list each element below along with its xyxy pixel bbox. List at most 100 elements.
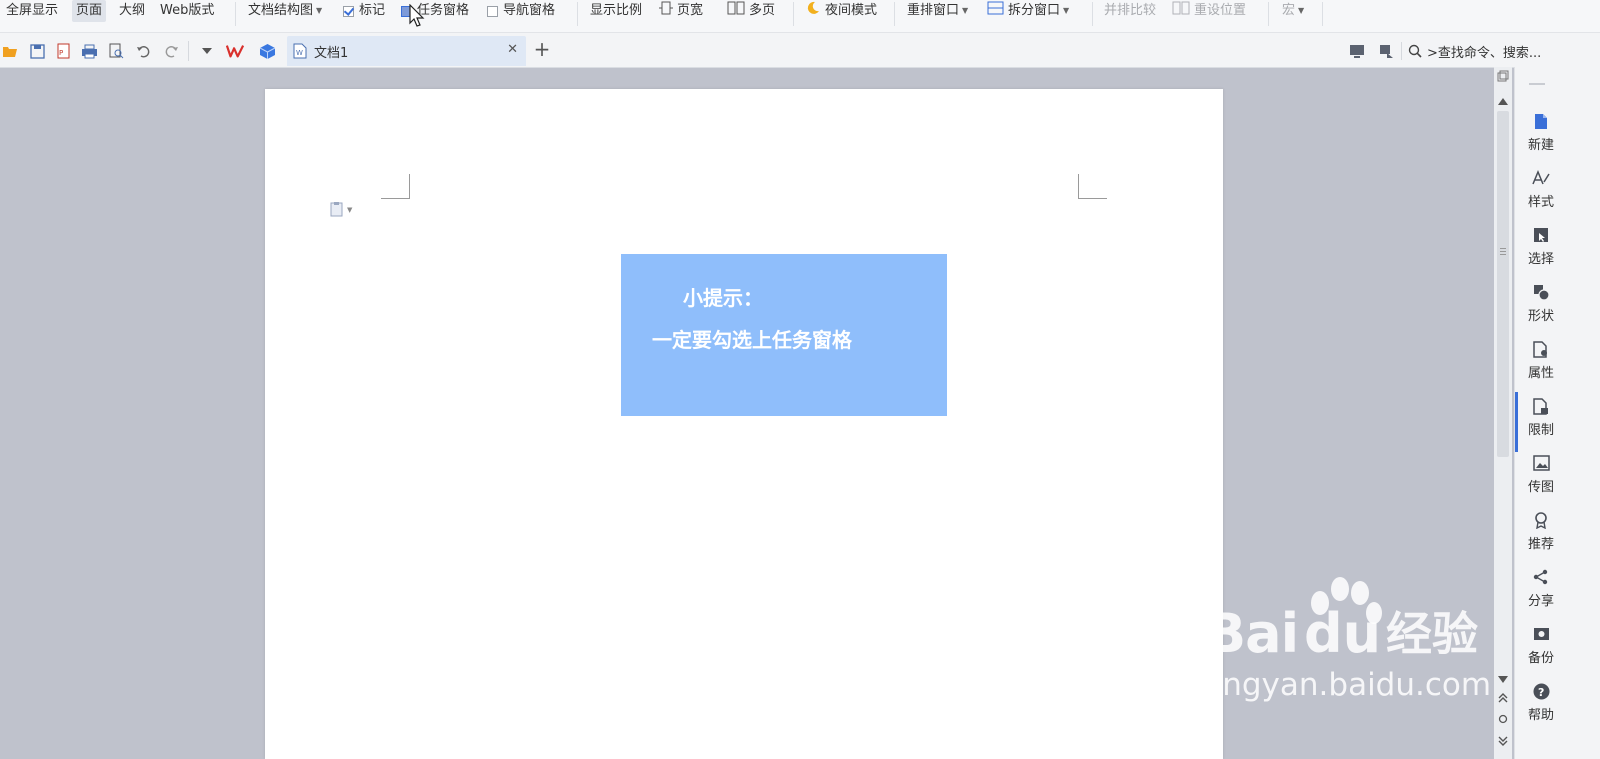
backup-icon [1531, 624, 1551, 644]
close-tab-icon[interactable]: ✕ [507, 42, 518, 57]
macro-dropdown[interactable]: 宏 ▼ [1282, 0, 1304, 22]
sidebar-item-shape[interactable]: 形状 [1523, 282, 1559, 328]
document-tab[interactable]: W 文档1 ✕ [287, 36, 526, 66]
tip-title: 小提示： [683, 286, 763, 310]
page-view-button[interactable]: 页面 [72, 0, 107, 22]
feedback-flag-icon[interactable] [1377, 42, 1395, 60]
svg-text:?: ? [1538, 686, 1544, 699]
sidebar-item-style[interactable]: 样式 [1523, 168, 1559, 214]
export-pdf-icon[interactable]: P [54, 42, 72, 60]
reset-position-button[interactable]: 重设位置 [1172, 0, 1246, 22]
sidebar-item-recommend[interactable]: 推荐 [1523, 510, 1559, 556]
new-tab-plus-icon[interactable]: + [533, 37, 551, 61]
open-folder-icon[interactable] [1, 42, 19, 60]
sidebar-item-restrict[interactable]: 限制 [1523, 396, 1559, 442]
save-icon[interactable] [28, 42, 46, 60]
document-icon: W [293, 43, 307, 59]
share-icon [1531, 567, 1551, 587]
style-icon [1531, 168, 1551, 188]
command-search-box[interactable]: >查找命令、搜索... [1408, 41, 1568, 61]
caret-down-icon: ▼ [962, 6, 969, 15]
svg-text:W: W [296, 49, 303, 57]
task-pane-sidebar: 新建 样式 选择 形状 属性 限制 传图 推荐 分享 备份 ? 帮助 [1514, 67, 1600, 759]
split-window-icon [987, 1, 1004, 22]
document-page[interactable]: ▼ 小提示： 一定要勾选上任务窗格 [265, 89, 1223, 759]
print-icon[interactable] [80, 42, 98, 60]
property-icon [1531, 339, 1551, 359]
upload-image-icon [1531, 453, 1551, 473]
shape-icon [1531, 282, 1551, 302]
paste-options-icon[interactable]: ▼ [329, 201, 352, 218]
sidebar-item-backup[interactable]: 备份 [1523, 624, 1559, 670]
nav-pane-checkbox[interactable]: 导航窗格 [487, 0, 555, 22]
customize-dropdown-icon[interactable] [198, 42, 216, 60]
caret-down-icon: ▼ [316, 6, 323, 15]
toolbar-divider [188, 41, 189, 61]
help-icon: ? [1531, 681, 1551, 701]
sidebar-item-select[interactable]: 选择 [1523, 225, 1559, 271]
outline-view-button[interactable]: 大纲 [119, 0, 145, 22]
tip-body: 一定要勾选上任务窗格 [652, 328, 852, 352]
sidebar-item-upload-image[interactable]: 传图 [1523, 453, 1559, 499]
side-by-side-button[interactable]: 并排比较 [1104, 0, 1156, 22]
sidebar-item-share[interactable]: 分享 [1523, 567, 1559, 613]
select-icon [1531, 225, 1551, 245]
wps-logo-icon[interactable] [226, 42, 244, 60]
cloud-doc-cube-icon[interactable] [258, 42, 276, 60]
panel-active-indicator [1515, 392, 1518, 452]
scroll-up-arrow-icon[interactable] [1498, 94, 1508, 109]
toolbar-divider [1401, 42, 1402, 60]
zoom-button[interactable]: 显示比例 [590, 0, 642, 22]
ribbon-divider [577, 2, 578, 26]
watermark-brand: Bai [1205, 602, 1299, 665]
ribbon-divider [235, 2, 236, 26]
sidebar-item-new[interactable]: 新建 [1523, 111, 1559, 157]
multi-page-icon [727, 1, 745, 22]
print-preview-icon[interactable] [107, 42, 125, 60]
caret-down-icon: ▼ [1063, 6, 1070, 15]
baidu-jingyan-watermark: Bai du 经验 jingyan.baidu.com [1200, 575, 1500, 715]
night-mode-button[interactable]: 夜间模式 [805, 0, 877, 22]
restore-panel-icon[interactable] [1497, 70, 1509, 85]
checkbox-checked-icon [343, 5, 354, 17]
redo-icon[interactable] [162, 42, 180, 60]
search-placeholder: >查找命令、搜索... [1427, 45, 1542, 61]
ribbon-divider [1322, 2, 1323, 26]
checkbox-unchecked-icon [487, 5, 498, 17]
restrict-icon [1531, 396, 1551, 416]
ribbon-divider [1268, 2, 1269, 26]
ribbon-divider [1092, 2, 1093, 26]
next-page-icon[interactable] [1498, 735, 1508, 750]
page-width-button[interactable]: 页宽 [659, 0, 703, 22]
document-tab-title: 文档1 [314, 45, 349, 61]
search-icon [1408, 44, 1422, 58]
moon-icon [805, 0, 821, 23]
fullscreen-button[interactable]: 全屏显示 [6, 0, 58, 22]
sidebar-item-property[interactable]: 属性 [1523, 339, 1559, 385]
browse-object-icon[interactable] [1498, 713, 1508, 728]
reset-position-icon [1172, 1, 1190, 22]
page-corner-mark-top-right [1078, 174, 1107, 199]
screen-cast-icon[interactable] [1348, 42, 1366, 60]
recommend-icon [1531, 510, 1551, 530]
markup-checkbox[interactable]: 标记 [343, 0, 385, 22]
page-width-icon [659, 1, 673, 22]
tip-box: 小提示： 一定要勾选上任务窗格 [621, 254, 947, 416]
multi-page-button[interactable]: 多页 [727, 0, 775, 22]
ribbon-divider [793, 2, 794, 26]
ribbon-divider [894, 2, 895, 26]
web-layout-button[interactable]: Web版式 [160, 0, 214, 22]
split-window-dropdown[interactable]: 拆分窗口 ▼ [987, 0, 1069, 22]
caret-down-icon: ▼ [347, 205, 353, 214]
sidebar-item-help[interactable]: ? 帮助 [1523, 681, 1559, 727]
arrange-windows-dropdown[interactable]: 重排窗口 ▼ [907, 0, 968, 22]
svg-text:P: P [59, 49, 63, 57]
quick-access-tab-bar: P W 文档1 ✕ + >查找命令、搜索... [0, 33, 1600, 68]
watermark-product: 经验 [1386, 607, 1478, 661]
undo-icon[interactable] [134, 42, 152, 60]
mouse-cursor-icon [409, 3, 425, 32]
new-doc-icon [1531, 111, 1551, 131]
doc-map-dropdown[interactable]: 文档结构图 ▼ [248, 0, 322, 22]
panel-grip [1529, 83, 1545, 85]
scrollbar-thumb[interactable] [1497, 111, 1509, 457]
